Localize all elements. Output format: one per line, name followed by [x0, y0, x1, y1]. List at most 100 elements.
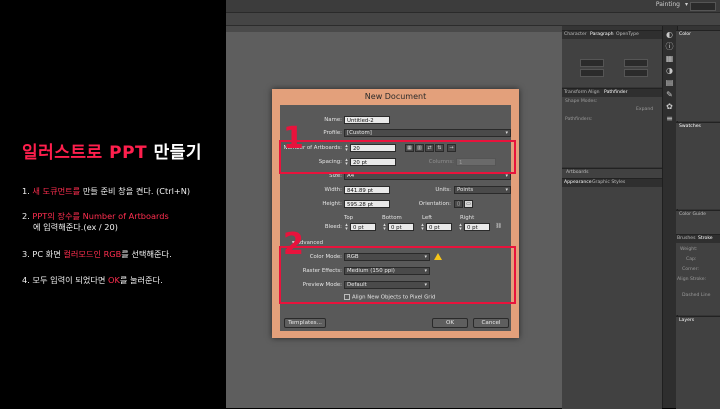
swatches-panel: Swatches: [676, 122, 720, 209]
link-icon[interactable]: ⛓: [494, 223, 503, 231]
bleed-left-field[interactable]: 0 pt: [426, 223, 452, 231]
symbol-icon[interactable]: ✿: [665, 102, 674, 111]
chevron-down-icon: ▾: [505, 130, 508, 136]
width-field[interactable]: 841.89 pt: [344, 186, 390, 194]
pathfinder-panel-tabs: Transform Align Pathfinder: [562, 89, 662, 97]
stroke-weight-label: Weight:: [680, 247, 698, 252]
stroke-cap-label: Cap:: [686, 257, 697, 262]
bleed-right-header: Right: [460, 215, 475, 221]
profile-value: [Custom]: [347, 130, 372, 136]
bleed-top-header: Top: [344, 215, 354, 221]
units-label: Units:: [435, 187, 451, 193]
document-tab-strip: [226, 26, 562, 32]
paragraph-panel: Character Paragraph OpenType: [562, 30, 662, 87]
color-panel-icon[interactable]: ◐: [665, 30, 674, 39]
tutorial-step-4: 4. 모두 입력이 되었다면 OK를 눌러준다.: [22, 275, 163, 286]
step4-highlight: OK: [108, 275, 120, 285]
paragraph-panel-tabs: Character Paragraph OpenType: [562, 31, 662, 39]
bleed-bottom-field[interactable]: 0 pt: [388, 223, 414, 231]
name-label: Name:: [324, 117, 342, 123]
height-label: Height:: [322, 201, 342, 207]
panel-dock: Character Paragraph OpenType Transform A…: [562, 26, 720, 409]
orientation-label: Orientation:: [418, 201, 451, 207]
tab-color-guide[interactable]: Color Guide: [679, 212, 706, 217]
indent-right-field[interactable]: [624, 59, 648, 67]
height-field[interactable]: 595.28 pt: [344, 200, 390, 208]
tab-graphic-styles[interactable]: Graphic Styles: [592, 180, 625, 185]
tab-pathfinder[interactable]: Pathfinder: [604, 90, 628, 95]
step2-prefix: 2.: [22, 211, 33, 221]
name-field[interactable]: Untitled-2: [344, 116, 390, 124]
dashed-line-label: Dashed Line: [682, 293, 711, 298]
ok-button[interactable]: OK: [432, 318, 468, 328]
stroke-panel: Brushes Stroke Weight: Cap: Corner: Alig…: [676, 234, 720, 315]
tab-swatches[interactable]: Swatches: [679, 124, 701, 129]
tab-align[interactable]: Align: [588, 90, 600, 95]
brush-icon[interactable]: ✎: [665, 90, 674, 99]
step1-text: 만들 준비 창을 켠다. (Ctrl+N): [80, 186, 191, 196]
search-input[interactable]: [690, 2, 716, 11]
info-icon[interactable]: ⓘ: [665, 42, 674, 51]
bleed-right-stepper[interactable]: ▴ ▾: [458, 223, 463, 232]
pathfinders-label: Pathfinders:: [565, 117, 593, 122]
cancel-button[interactable]: Cancel: [473, 318, 509, 328]
dialog-title: New Document: [364, 92, 427, 101]
stroke-panel-tabs: Brushes Stroke: [676, 235, 720, 243]
expand-button[interactable]: Expand: [636, 107, 653, 112]
bleed-bottom-stepper[interactable]: ▴ ▾: [382, 223, 387, 232]
tutorial-title: 일러스트로 PPT 만들기: [22, 138, 202, 163]
layers-icon[interactable]: ≡: [665, 114, 674, 123]
step3-highlight: 컬러모드인 RGB: [63, 249, 122, 259]
portrait-icon[interactable]: ▯: [454, 200, 463, 208]
space-before-field[interactable]: [624, 69, 648, 77]
annotation-number-1: 1: [283, 121, 304, 156]
width-label: Width:: [324, 187, 342, 193]
gradient-icon[interactable]: ▦: [665, 54, 674, 63]
units-select[interactable]: Points ▾: [454, 186, 511, 194]
bleed-left-stepper[interactable]: ▴ ▾: [420, 223, 425, 232]
appearance-panel: Appearance Graphic Styles: [562, 178, 662, 409]
tab-character[interactable]: Character: [564, 32, 587, 37]
tutorial-panel: 일러스트로 PPT 만들기 1. 새 도큐먼트를 만들 준비 창을 켠다. (C…: [0, 0, 226, 408]
tutorial-step-2-line2: 에 입력해준다.(ex / 20): [33, 222, 118, 233]
shape-modes-label: Shape Modes:: [565, 99, 598, 104]
color-panel: Color: [676, 30, 720, 121]
tab-color[interactable]: Color: [679, 32, 691, 37]
tutorial-step-3: 3. PC 화면 컬러모드인 RGB를 선택해준다.: [22, 249, 172, 260]
indent-first-field[interactable]: [580, 69, 604, 77]
step4-prefix: 4. 모두 입력이 되었다면: [22, 275, 109, 285]
indent-left-field[interactable]: [580, 59, 604, 67]
color-guide-panel: Color Guide: [676, 210, 720, 235]
bleed-bottom-header: Bottom: [382, 215, 402, 221]
tab-artboards[interactable]: Artboards: [566, 170, 589, 175]
layers-panel: Layers: [676, 316, 720, 409]
profile-select[interactable]: [Custom] ▾: [344, 129, 511, 137]
annotation-box-2: [279, 246, 516, 304]
bleed-label: Bleed:: [324, 224, 342, 230]
annotation-box-1: [279, 140, 516, 174]
templates-button[interactable]: Templates...: [284, 318, 326, 328]
bleed-right-field[interactable]: 0 pt: [464, 223, 490, 231]
tab-appearance[interactable]: Appearance: [564, 180, 592, 185]
tab-paragraph[interactable]: Paragraph: [590, 32, 614, 37]
swatch-icon[interactable]: ▤: [665, 78, 674, 87]
tab-transform[interactable]: Transform: [564, 90, 587, 95]
tutorial-title-red: 일러스트로 PPT: [22, 143, 148, 163]
landscape-icon[interactable]: ▭: [464, 200, 473, 208]
tab-stroke[interactable]: Stroke: [698, 236, 713, 241]
tab-opentype[interactable]: OpenType: [616, 32, 639, 37]
tutorial-title-white: 만들기: [153, 143, 202, 163]
appearance-panel-tabs: Appearance Graphic Styles: [562, 179, 662, 187]
chevron-down-icon: ▾: [505, 173, 508, 179]
chevron-down-icon: ▾: [505, 187, 508, 193]
tab-layers[interactable]: Layers: [679, 318, 694, 323]
tab-brushes[interactable]: Brushes: [677, 236, 695, 241]
bleed-top-field[interactable]: 0 pt: [350, 223, 376, 231]
transparency-icon[interactable]: ◑: [665, 66, 674, 75]
chevron-down-icon[interactable]: ▾: [685, 1, 688, 8]
control-bar: [226, 13, 720, 26]
pathfinder-panel: Transform Align Pathfinder Shape Modes: …: [562, 88, 662, 167]
workspace-switcher[interactable]: Painting: [656, 1, 680, 8]
bleed-top-stepper[interactable]: ▴ ▾: [344, 223, 349, 232]
stroke-corner-label: Corner:: [682, 267, 699, 272]
